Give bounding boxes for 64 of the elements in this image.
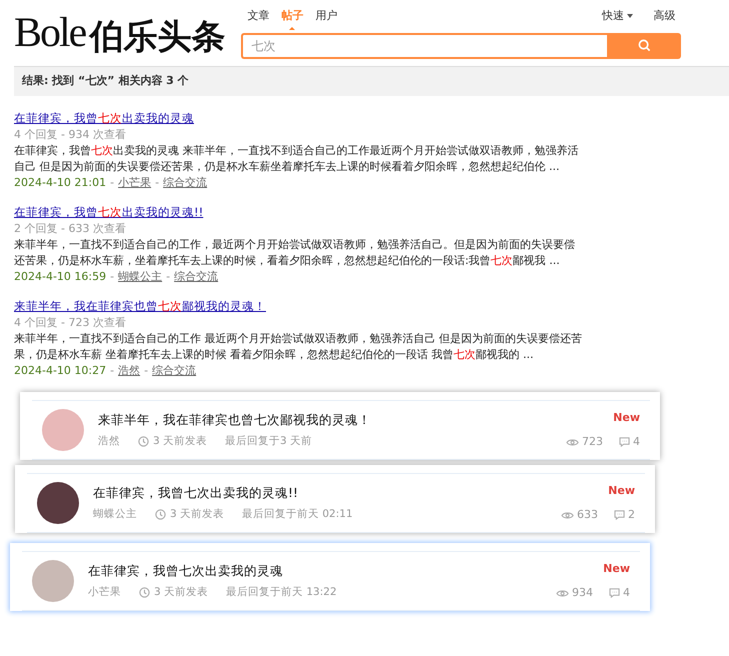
thread-card[interactable]: 在菲律宾，我曾七次出卖我的灵魂 小芒果 3 天前发表 最后回复于前天 13:22 New 934 4 <box>10 543 650 611</box>
search-tab[interactable]: 文章 <box>241 8 276 28</box>
thread-title[interactable]: 来菲半年，我在菲律宾也曾七次鄙视我的灵魂！ <box>98 412 552 428</box>
post-time: 3 天前发表 <box>154 585 208 599</box>
result-title-link[interactable]: 在菲律宾，我曾七次出卖我的灵魂 <box>14 110 194 126</box>
author-link[interactable]: 浩然 <box>118 364 140 377</box>
clock-icon <box>155 508 166 520</box>
reply-count: 4 <box>633 434 640 450</box>
caret-icon <box>627 14 634 18</box>
comment-icon <box>609 588 620 598</box>
separator: - <box>155 176 160 189</box>
forum-link[interactable]: 综合交流 <box>174 270 218 283</box>
new-label: New <box>603 560 630 576</box>
separator: - <box>144 364 148 377</box>
eye-icon <box>561 510 574 520</box>
separator: - <box>166 270 170 283</box>
result-stats: 4 个回复 - 934 次查看 <box>14 127 127 143</box>
eye-icon <box>566 438 579 447</box>
result-stats: 4 个回复 - 723 次查看 <box>14 315 127 331</box>
reply-count: 2 <box>628 507 635 523</box>
logo-wordmark: Bole <box>14 12 86 54</box>
forum-link[interactable]: 综合交流 <box>163 176 208 189</box>
result-date: 2024-4-10 21:01 <box>14 176 106 189</box>
view-count: 633 <box>577 507 598 523</box>
thread-title[interactable]: 在菲律宾，我曾七次出卖我的灵魂 <box>88 563 542 579</box>
new-label: New <box>608 482 635 498</box>
result-title-link[interactable]: 来菲半年，我在菲律宾也曾七次鄙视我的灵魂！ <box>14 298 266 314</box>
post-time: 3 天前发表 <box>170 507 224 521</box>
post-time: 3 天前发表 <box>153 434 208 448</box>
last-reply-time: 最后回复于前天 13:22 <box>226 585 337 599</box>
result-excerpt: 在菲律宾，我曾七次出卖我的灵魂 来菲半年，一直找不到适合自己的工作最近两个月开始尝试做双语教师，勉强养活自己 但是因为前面的失误要偿还苦果，仍是杯水车薪坐着摩托车去上课的时候看着夕阳余晖，忽然想起纪伯伦 ... <box>14 143 580 175</box>
search-tab[interactable]: 用户 <box>309 8 344 28</box>
thread-card[interactable]: 在菲律宾，我曾七次出卖我的灵魂!! 蝴蝶公主 3 天前发表 最后回复于前天 02:11 New 633 2 <box>15 465 655 533</box>
advanced-search-link[interactable]: 高级 <box>647 8 682 28</box>
logo-text: 伯乐头条 <box>89 20 226 54</box>
thread-card[interactable]: 来菲半年，我在菲律宾也曾七次鄙视我的灵魂！ 浩然 3 天前发表 最后回复于3 天前 New 723 4 <box>20 392 660 460</box>
thread-title[interactable]: 在菲律宾，我曾七次出卖我的灵魂!! <box>93 485 547 501</box>
result-stats: 2 个回复 - 633 次查看 <box>14 221 127 237</box>
author-link[interactable]: 蝴蝶公主 <box>118 270 162 283</box>
view-count: 934 <box>572 585 593 601</box>
last-reply-time: 最后回复于3 天前 <box>225 434 312 448</box>
search-icon <box>638 39 651 52</box>
last-reply-time: 最后回复于前天 02:11 <box>242 507 353 521</box>
new-label: New <box>613 410 640 426</box>
eye-icon <box>556 588 569 598</box>
reply-count: 4 <box>623 585 630 601</box>
clock-icon <box>138 436 149 446</box>
separator: - <box>110 364 114 377</box>
clock-icon <box>139 586 150 598</box>
result-date: 2024-4-10 16:59 <box>14 270 106 283</box>
result-summary: 结果: 找到 “七次” 相关内容 3 个 <box>22 73 189 90</box>
separator: - <box>110 270 114 283</box>
forum-link[interactable]: 综合交流 <box>152 364 196 377</box>
search-button[interactable] <box>607 32 682 58</box>
comment-icon <box>614 510 625 520</box>
view-count: 723 <box>582 434 603 450</box>
author-link[interactable]: 小芒果 <box>118 176 152 189</box>
result-excerpt: 来菲半年，一直找不到适合自己的工作 最近两个月开始尝试做双语教师，勉强养活自己 但是因为前面的失误要偿还苦果，仍是杯水车薪 坐着摩托车去上课的时候 看着夕阳余晖，忽然想起纪伯伦的一段话 我曾七次鄙视我的 ... <box>14 331 583 363</box>
result-date: 2024-4-10 10:27 <box>14 364 106 377</box>
separator: - <box>110 176 114 189</box>
dropdown-menu-button[interactable]: 快速 <box>596 8 640 28</box>
comment-icon <box>619 437 630 448</box>
result-title-link[interactable]: 在菲律宾，我曾七次出卖我的灵魂!! <box>14 204 204 220</box>
result-excerpt: 来菲半年，一直找不到适合自己的工作，最近两个月开始尝试做双语教师，勉强养活自己。但是因为前面的失误要偿还苦果，仍是杯水车薪，坐着摩托车去上课的时候，看着夕阳余晖，忽然想起纪伯伦的一段话:我曾七次鄙视我 ... <box>14 237 576 269</box>
